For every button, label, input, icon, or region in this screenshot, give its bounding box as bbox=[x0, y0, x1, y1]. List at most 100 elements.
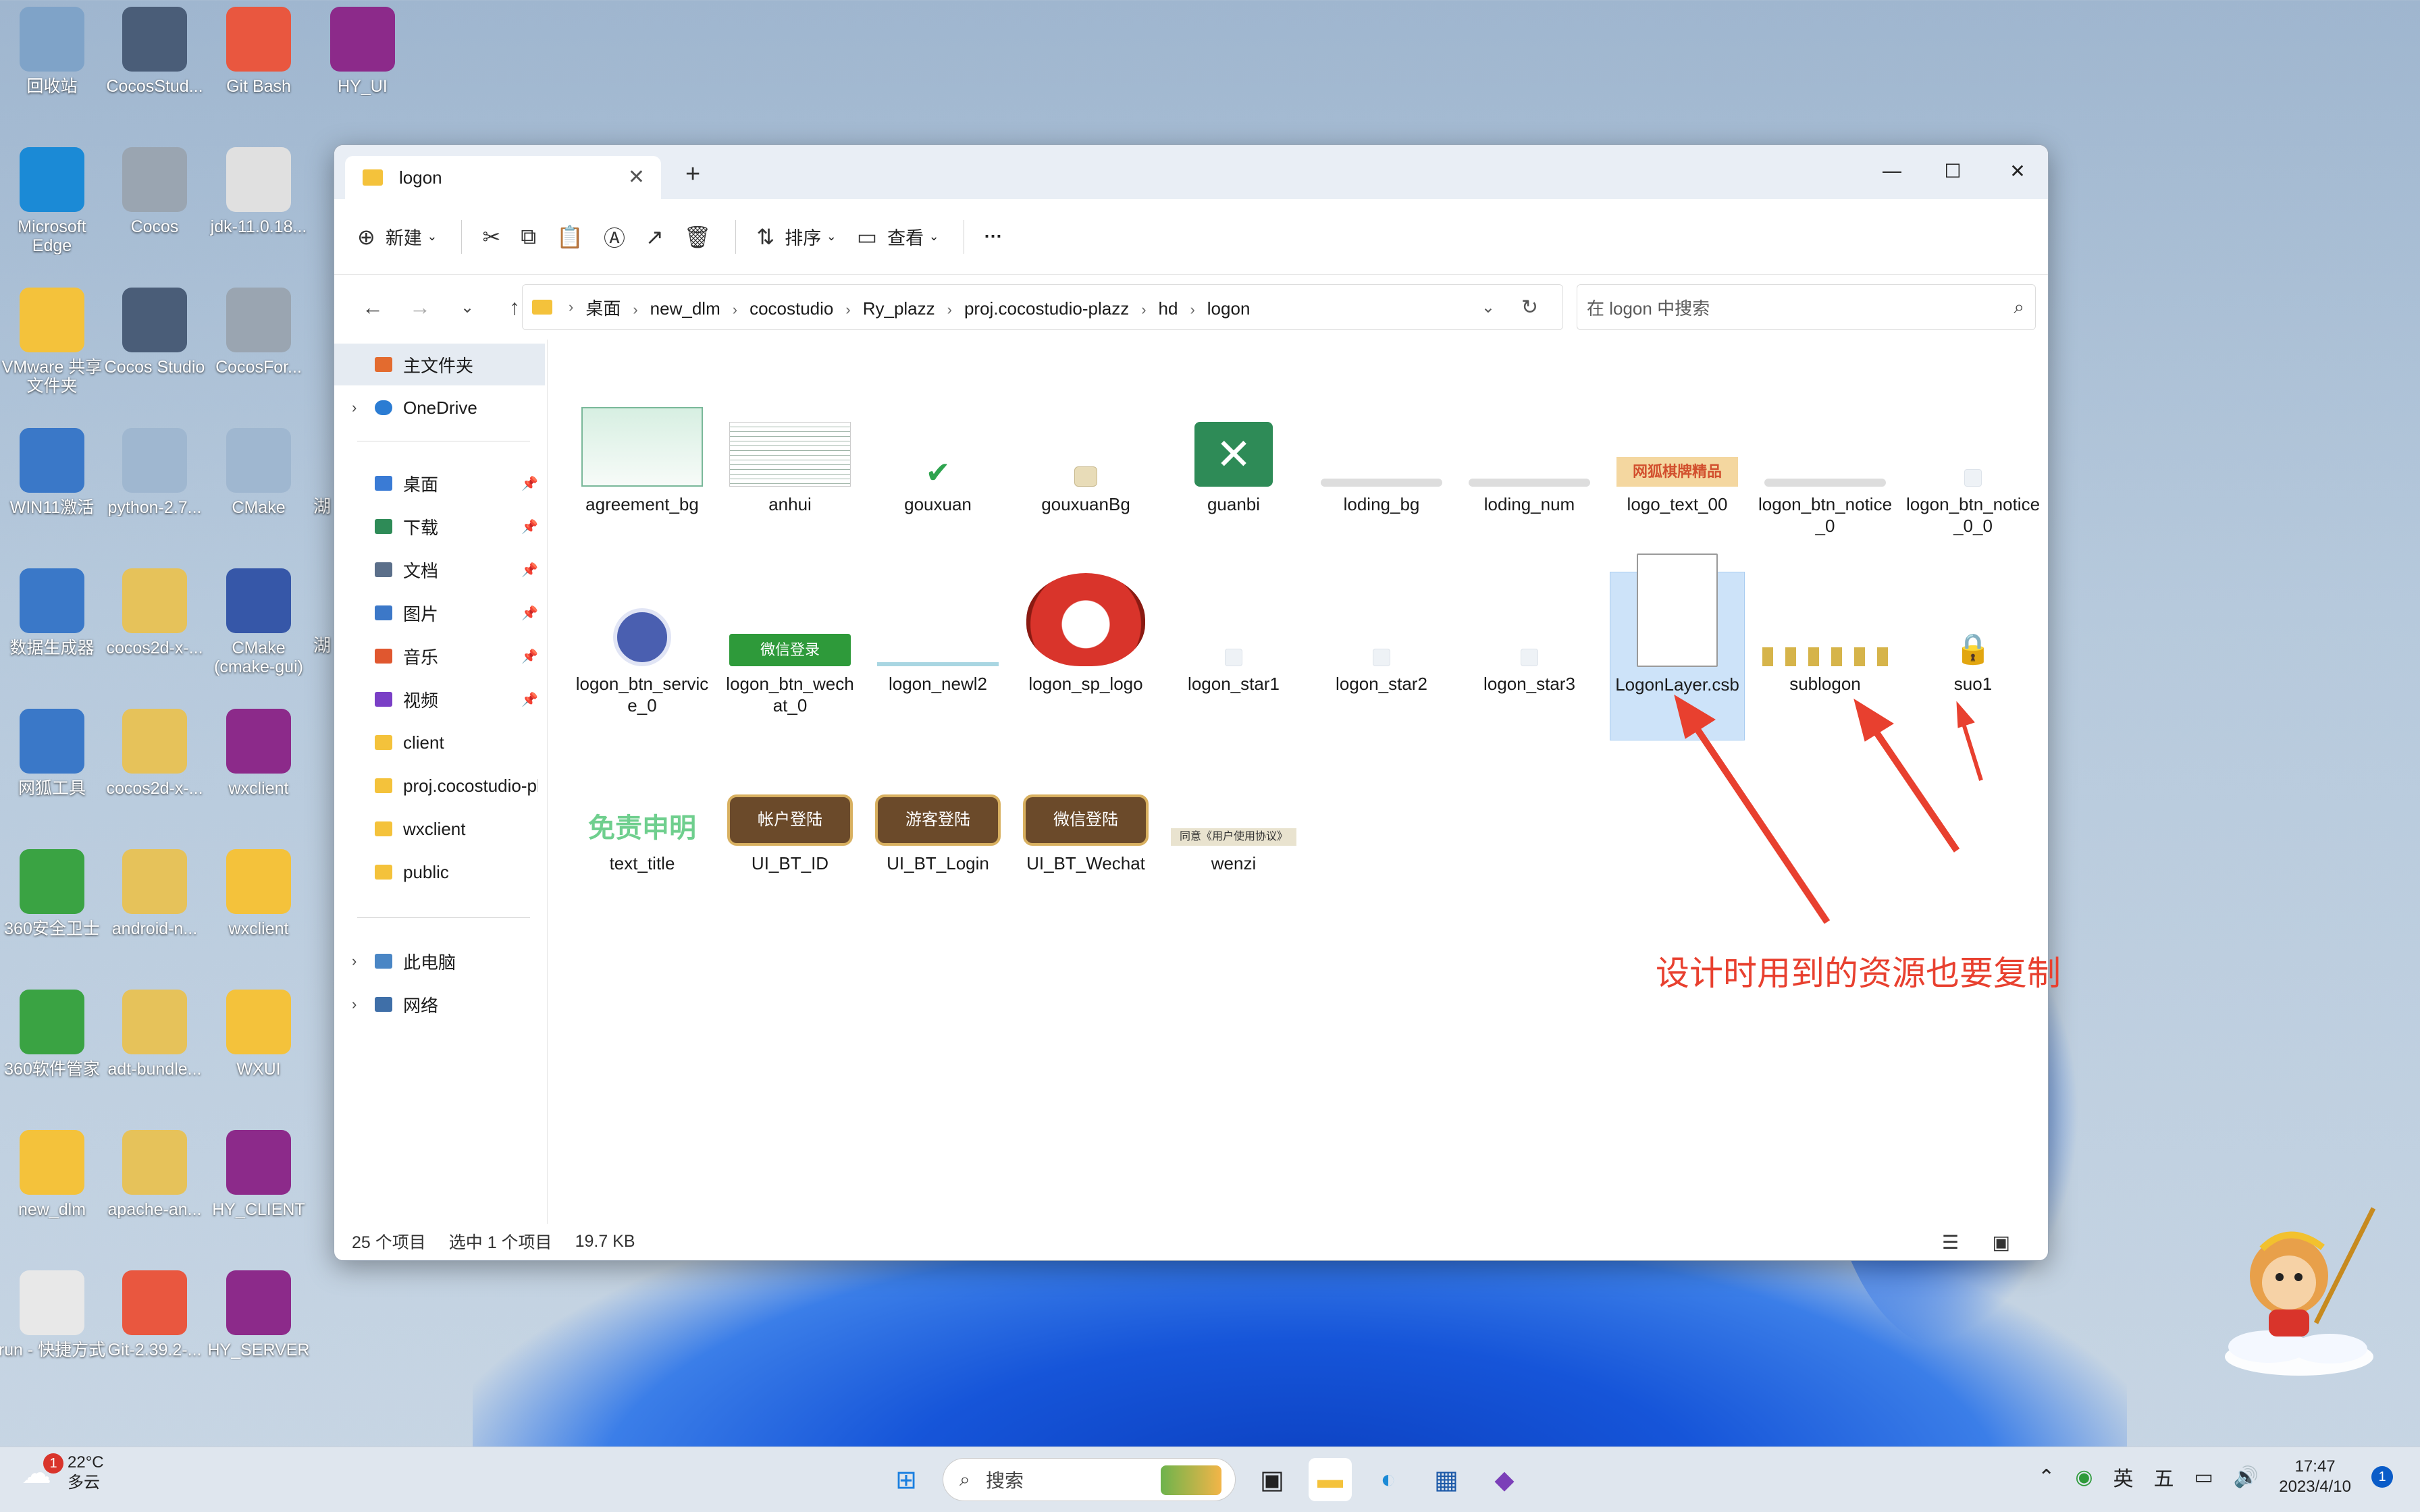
chevron-right-icon[interactable]: › bbox=[1190, 301, 1194, 318]
details-view-icon[interactable]: ☰ bbox=[1942, 1232, 1959, 1253]
chevron-right-icon[interactable]: › bbox=[1141, 301, 1146, 318]
view-button[interactable]: ▭ 查看 ⌄ bbox=[857, 215, 939, 259]
file-item[interactable]: logon_btn_notice_0_0 bbox=[1905, 392, 2041, 561]
file-item[interactable]: 免责申明 text_title bbox=[575, 751, 710, 920]
close-window-button[interactable]: ✕ bbox=[1987, 152, 2048, 190]
file-item[interactable]: 🔒 suo1 bbox=[1905, 572, 2041, 740]
clock[interactable]: 17:47 2023/4/10 bbox=[2279, 1457, 2351, 1497]
file-item[interactable]: 微信登录 logon_btn_wechat_0 bbox=[722, 572, 858, 740]
sidebar-item-quick[interactable]: proj.cocostudio-pl bbox=[334, 765, 545, 807]
breadcrumb-item[interactable]: logon bbox=[1207, 298, 1251, 319]
file-item[interactable]: loding_num bbox=[1462, 392, 1597, 561]
new-tab-button[interactable]: + bbox=[685, 160, 700, 189]
ime-language[interactable]: 英 bbox=[2113, 1462, 2134, 1492]
sidebar-item-home[interactable]: 主文件夹 bbox=[334, 344, 545, 385]
close-tab-icon[interactable]: ✕ bbox=[628, 165, 645, 189]
file-item[interactable]: 网狐棋牌精品 logo_text_00 bbox=[1610, 392, 1745, 561]
file-item[interactable]: 游客登陆 UI_BT_Login bbox=[870, 751, 1005, 920]
task-view-icon[interactable]: ▣ bbox=[1251, 1458, 1294, 1501]
desktop-icon[interactable]: 数据生成器 bbox=[1, 564, 103, 699]
file-item[interactable]: logon_newl2 bbox=[870, 572, 1005, 740]
desktop-icon[interactable]: adt-bundle... bbox=[104, 986, 205, 1120]
desktop-icon[interactable]: 回收站 bbox=[1, 3, 103, 138]
desktop-icon[interactable]: wxclient bbox=[208, 845, 309, 980]
desktop-icon[interactable]: CocosFor... bbox=[208, 284, 309, 418]
sidebar-item-quick[interactable]: 音乐 📌 bbox=[334, 635, 545, 677]
maximize-button[interactable]: ☐ bbox=[1922, 152, 1983, 190]
desktop-icon[interactable]: Git Bash bbox=[208, 3, 309, 138]
desktop-icon[interactable]: apache-an... bbox=[104, 1126, 205, 1261]
copy-button[interactable]: ⧉ bbox=[521, 215, 536, 259]
pin-icon[interactable]: 📌 bbox=[521, 648, 538, 665]
file-item[interactable]: logon_sp_logo bbox=[1018, 572, 1153, 740]
start-icon[interactable]: ⊞ bbox=[885, 1458, 928, 1501]
file-item[interactable]: 微信登陆 UI_BT_Wechat bbox=[1018, 751, 1153, 920]
chevron-up-icon[interactable]: ⌃ bbox=[2038, 1465, 2055, 1489]
file-item[interactable]: logon_btn_service_0 bbox=[575, 572, 710, 740]
address-dropdown-icon[interactable]: ⌄ bbox=[1481, 298, 1495, 317]
desktop-icon[interactable]: 360软件管家 bbox=[1, 986, 103, 1120]
desktop-icon[interactable]: jdk-11.0.18... bbox=[208, 143, 309, 278]
desktop-icon[interactable]: python-2.7... bbox=[104, 424, 205, 559]
expand-chevron-icon[interactable]: › bbox=[352, 996, 357, 1013]
chevron-right-icon[interactable]: › bbox=[633, 301, 637, 318]
volume-icon[interactable]: 🔊 bbox=[2234, 1465, 2259, 1489]
breadcrumb-item[interactable]: hd bbox=[1159, 298, 1178, 319]
file-item[interactable]: anhui bbox=[722, 392, 858, 561]
sidebar-item-onedrive[interactable]: › OneDrive bbox=[334, 387, 545, 429]
pin-icon[interactable]: 📌 bbox=[521, 562, 538, 578]
file-item[interactable]: 同意《用户使用协议》 wenzi bbox=[1166, 751, 1301, 920]
desktop-icon[interactable]: CocosStud... bbox=[104, 3, 205, 138]
desktop-icon[interactable]: 网狐工具 bbox=[1, 705, 103, 840]
chevron-right-icon[interactable]: › bbox=[947, 301, 952, 318]
edge-taskbar-icon[interactable]: ◐ bbox=[1367, 1458, 1410, 1501]
desktop-icon[interactable]: CMake bbox=[208, 424, 309, 559]
desktop-icon[interactable]: Git-2.39.2-... bbox=[104, 1266, 205, 1401]
breadcrumb-item[interactable]: proj.cocostudio-plazz bbox=[964, 298, 1129, 319]
desktop-icon[interactable]: CMake (cmake-gui) bbox=[208, 564, 309, 699]
desktop-icon[interactable]: wxclient bbox=[208, 705, 309, 840]
file-item[interactable]: logon_star2 bbox=[1314, 572, 1449, 740]
sidebar-item-quick[interactable]: 下载 📌 bbox=[334, 506, 545, 547]
cut-button[interactable]: ✂ bbox=[482, 215, 500, 259]
desktop-icon[interactable]: 360安全卫士 bbox=[1, 845, 103, 980]
desktop-icon[interactable]: cocos2d-x-... bbox=[104, 705, 205, 840]
desktop-icon[interactable]: HY_CLIENT bbox=[208, 1126, 309, 1261]
sort-button[interactable]: ⇅ 排序 ⌄ bbox=[756, 215, 836, 259]
minimize-button[interactable]: — bbox=[1862, 152, 1922, 190]
file-item[interactable]: ✔ gouxuan bbox=[870, 392, 1005, 561]
expand-chevron-icon[interactable]: › bbox=[352, 399, 357, 416]
breadcrumb-item[interactable]: Ry_plazz bbox=[863, 298, 935, 319]
file-item[interactable]: LogonLayer.csb bbox=[1610, 554, 1745, 740]
address-bar[interactable]: › 桌面 › new_dlm › cocostudio › Ry_plazz › proj.co… bbox=[522, 284, 1563, 330]
network-status-icon[interactable]: ▭ bbox=[2194, 1465, 2213, 1489]
weather-widget[interactable]: ☁ 1 22°C 多云 bbox=[22, 1453, 104, 1493]
sidebar-item-network[interactable]: › 网络 bbox=[334, 983, 545, 1025]
new-button[interactable]: ⊕ 新建 ⌄ bbox=[357, 215, 437, 259]
desktop-icon[interactable]: Microsoft Edge bbox=[1, 143, 103, 278]
pin-icon[interactable]: 📌 bbox=[521, 605, 538, 622]
delete-button[interactable]: 🗑 bbox=[684, 215, 712, 259]
ime-mode[interactable]: 五 bbox=[2154, 1462, 2174, 1492]
more-options-button[interactable]: ··· bbox=[984, 215, 1003, 259]
desktop-icon[interactable]: WXUI bbox=[208, 986, 309, 1120]
search-input[interactable]: 在 logon 中搜索 ⌕ bbox=[1577, 284, 2036, 330]
desktop-icon[interactable]: new_dlm bbox=[1, 1126, 103, 1261]
file-item[interactable]: sublogon bbox=[1758, 572, 1893, 740]
sidebar-item-this-pc[interactable]: › 此电脑 bbox=[334, 940, 545, 982]
store-icon[interactable]: ▦ bbox=[1425, 1458, 1468, 1501]
desktop-icon[interactable]: HY_SERVER bbox=[208, 1266, 310, 1401]
file-item[interactable]: 帐户登陆 UI_BT_ID bbox=[722, 751, 858, 920]
desktop-icon[interactable]: VMware 共享文件夹 bbox=[1, 284, 103, 418]
share-button[interactable]: ↗ bbox=[646, 215, 664, 259]
back-button[interactable]: ← bbox=[349, 295, 396, 320]
refresh-icon[interactable]: ↻ bbox=[1521, 296, 1538, 319]
sidebar-item-quick[interactable]: wxclient bbox=[334, 808, 545, 850]
sidebar-item-quick[interactable]: public bbox=[334, 851, 545, 893]
breadcrumb-item[interactable]: 桌面 bbox=[585, 298, 621, 319]
desktop-icon[interactable]: Cocos bbox=[104, 143, 205, 278]
desktop-icon[interactable]: WIN11激活 bbox=[1, 424, 103, 559]
desktop-icon[interactable]: run - 快捷方式 bbox=[0, 1266, 105, 1401]
file-item[interactable]: ✕ guanbi bbox=[1166, 392, 1301, 561]
tiles-view-icon[interactable]: ▣ bbox=[1993, 1232, 2010, 1253]
